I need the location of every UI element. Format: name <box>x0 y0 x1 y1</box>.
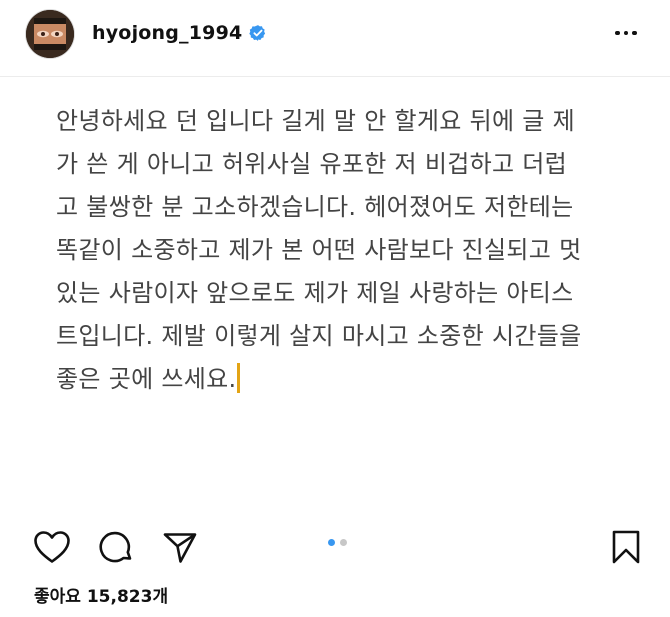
bookmark-icon[interactable] <box>611 529 641 565</box>
send-icon[interactable] <box>162 530 198 564</box>
carousel-dot <box>340 539 347 546</box>
avatar-image <box>26 10 74 58</box>
post-body-line: 가 쓴 게 아니고 허위사실 유포한 저 비겁하고 더럽 <box>56 150 568 178</box>
post-body-line: 고 불쌍한 분 고소하겠습니다. 헤어졌어도 저한테는 <box>56 193 574 221</box>
comment-icon[interactable] <box>99 529 135 565</box>
likes-count[interactable]: 좋아요 15,823개 <box>34 582 168 607</box>
post-body-line: 트입니다. 제발 이렇게 살지 마시고 소중한 시간들을 <box>56 322 582 350</box>
post-body-last-line: 좋은 곳에 쓰세요. <box>56 358 646 401</box>
post-body-line: 있는 사람이자 앞으로도 제가 제일 사랑하는 아티스 <box>56 279 574 307</box>
verified-badge-icon <box>249 24 267 42</box>
post-body-line: 좋은 곳에 쓰세요. <box>56 365 237 393</box>
action-bar <box>0 522 670 570</box>
username-row: hyojong_1994 <box>92 20 267 46</box>
avatar[interactable] <box>26 10 74 58</box>
post-body: 안녕하세요 던 입니다 길게 말 안 할게요 뒤에 글 제 가 쓴 게 아니고 … <box>56 100 646 401</box>
carousel-dot <box>328 539 335 546</box>
heart-icon[interactable] <box>33 530 71 564</box>
post-header: hyojong_1994 <box>0 0 670 66</box>
username[interactable]: hyojong_1994 <box>92 22 242 44</box>
post-body-line: 똑같이 소중하고 제가 본 어떤 사람보다 진실되고 멋 <box>56 236 582 264</box>
more-dot <box>632 30 637 36</box>
carousel-indicator <box>328 539 352 546</box>
text-cursor <box>237 363 241 393</box>
more-dot <box>615 30 620 36</box>
more-horizontal-icon[interactable] <box>610 20 642 46</box>
post-body-line: 안녕하세요 던 입니다 길게 말 안 할게요 뒤에 글 제 <box>56 107 575 135</box>
more-dot <box>623 30 629 36</box>
header-divider <box>0 76 670 77</box>
